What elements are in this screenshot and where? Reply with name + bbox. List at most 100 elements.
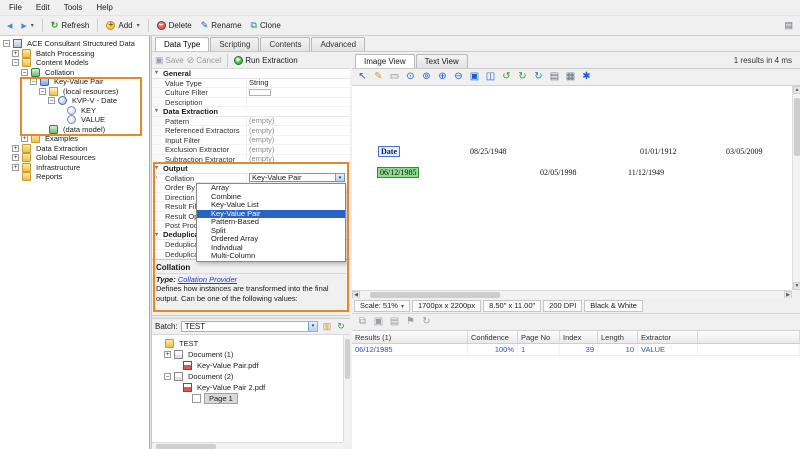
property-row[interactable]: Culture Filter — [152, 88, 350, 98]
property-value[interactable]: Key-Value Pair▾ — [247, 173, 350, 182]
content-tree-item[interactable]: −KVP-V - Date — [0, 96, 149, 106]
results-column-header[interactable]: Index — [560, 331, 598, 343]
batch-vertical-scrollbar[interactable] — [343, 335, 350, 442]
refresh-view-button[interactable]: ↻ — [531, 70, 546, 84]
result-value[interactable]: 06/12/1985 — [352, 344, 468, 355]
property-row[interactable]: Exclusion Extractor(empty) — [152, 145, 350, 155]
tab-image-view[interactable]: Image View — [355, 54, 415, 68]
property-row[interactable]: Referenced Extractors(empty) — [152, 126, 350, 136]
expand-icon[interactable]: + — [21, 135, 28, 142]
batch-tree-item[interactable]: +Document (1) — [152, 349, 343, 360]
content-tree-item[interactable]: −ACE Consultant Structured Data — [0, 39, 149, 49]
property-value[interactable] — [247, 89, 350, 96]
rotate-left-button[interactable]: ↺ — [499, 70, 514, 84]
batch-tree-item[interactable]: TEST — [152, 338, 343, 349]
magnifier-button[interactable]: ⊙ — [403, 70, 418, 84]
add-button[interactable]: Add — [102, 19, 143, 32]
content-tree-item[interactable]: +Batch Processing — [0, 49, 149, 59]
collapse-icon[interactable]: − — [30, 78, 37, 85]
batch-tree-item[interactable]: −Document (2) — [152, 371, 343, 382]
tab-contents[interactable]: Contents — [260, 37, 310, 51]
content-tree-item[interactable]: +Global Resources — [0, 153, 149, 163]
property-section[interactable]: ▾General — [152, 69, 350, 79]
content-tree-item[interactable]: −(local resources) — [0, 87, 149, 97]
batch-tree-item[interactable]: Page 1 — [152, 393, 343, 404]
batch-tree-item[interactable]: Key-Value Pair.pdf — [152, 360, 343, 371]
layout-toggle-button[interactable] — [780, 19, 797, 32]
content-tree-item[interactable]: +Data Extraction — [0, 144, 149, 154]
property-row[interactable]: Value TypeString — [152, 79, 350, 89]
scroll-down-button[interactable] — [793, 282, 800, 290]
scale-selector[interactable]: Scale: 51% — [354, 300, 410, 312]
select-pointer-button[interactable]: ↖ — [355, 70, 370, 84]
batch-selector[interactable]: TEST ▾ — [181, 321, 318, 332]
combo-dropdown-icon[interactable]: ▾ — [335, 174, 344, 181]
tab-scripting[interactable]: Scripting — [210, 37, 259, 51]
document-field-label[interactable]: Date — [378, 146, 400, 157]
collapse-icon[interactable]: − — [164, 373, 171, 380]
zoom-out-button[interactable]: ⊖ — [451, 70, 466, 84]
tab-advanced[interactable]: Advanced — [311, 37, 365, 51]
menu-help[interactable]: Help — [89, 1, 119, 14]
flag-results-button[interactable]: ⚑ — [403, 315, 418, 329]
rubber-band-button[interactable]: ▭ — [387, 70, 402, 84]
menu-file[interactable]: File — [2, 1, 29, 14]
expand-icon[interactable]: + — [12, 154, 19, 161]
scrollbar-thumb[interactable] — [370, 292, 500, 298]
scrollbar-thumb[interactable] — [156, 444, 216, 449]
property-row[interactable]: Input Filter(empty) — [152, 136, 350, 146]
content-tree-item[interactable]: +Infrastructure — [0, 163, 149, 173]
property-section[interactable]: ▾Data Extraction — [152, 107, 350, 117]
document-image-view[interactable]: Date08/25/194801/01/191203/05/200906/12/… — [352, 86, 792, 290]
rename-button[interactable]: Rename — [197, 19, 246, 32]
back-button[interactable] — [3, 19, 16, 33]
collapse-icon[interactable]: − — [48, 97, 55, 104]
expand-icon[interactable]: + — [12, 164, 19, 171]
thumbnails-button[interactable]: ▤ — [547, 70, 562, 84]
menu-tools[interactable]: Tools — [57, 1, 90, 14]
save-button[interactable]: Save — [155, 56, 184, 65]
run-extraction-button[interactable]: Run Extraction — [234, 56, 297, 65]
tab-data-type[interactable]: Data Type — [155, 37, 209, 51]
property-value[interactable]: (empty) — [247, 126, 350, 135]
content-tree-item[interactable]: (data model) — [0, 125, 149, 135]
property-row[interactable]: Description — [152, 98, 350, 108]
highlighted-extraction-result[interactable]: 06/12/1985 — [377, 167, 419, 178]
image-grid-button[interactable]: ▦ — [563, 70, 578, 84]
content-tree-item[interactable]: KEY — [0, 106, 149, 116]
scrollbar-thumb[interactable] — [345, 339, 350, 379]
content-tree-item[interactable]: Reports — [0, 172, 149, 182]
fit-page-button[interactable]: ▣ — [467, 70, 482, 84]
property-section[interactable]: ▾Output — [152, 164, 350, 174]
copy-results-button[interactable]: ⧉ — [355, 315, 370, 329]
culture-filter-box[interactable] — [249, 89, 271, 96]
rotate-right-button[interactable]: ↻ — [515, 70, 530, 84]
content-tree-item[interactable]: +Examples — [0, 134, 149, 144]
property-value[interactable]: (empty) — [247, 145, 350, 154]
help-type-link[interactable]: Collation Provider — [178, 275, 237, 284]
property-row[interactable]: Subtraction Extractor(empty) — [152, 155, 350, 165]
batch-dropdown-icon[interactable]: ▾ — [308, 322, 317, 331]
property-value[interactable]: (empty) — [247, 116, 350, 125]
property-value[interactable]: String — [247, 78, 350, 87]
results-column-header[interactable]: Page No — [518, 331, 560, 343]
settings-wrench-button[interactable]: ✱ — [579, 70, 594, 84]
refresh-batch-icon[interactable]: ↻ — [335, 321, 347, 332]
content-tree-item[interactable]: −Content Models — [0, 58, 149, 68]
collapse-icon[interactable]: − — [3, 40, 10, 47]
scrollbar-thumb[interactable] — [794, 98, 800, 156]
menu-edit[interactable]: Edit — [29, 1, 57, 14]
delete-button[interactable]: Delete — [153, 19, 196, 32]
viewer-vertical-scrollbar[interactable] — [792, 86, 800, 290]
expand-icon[interactable]: + — [12, 145, 19, 152]
highlighter-button[interactable]: ✎ — [371, 70, 386, 84]
save-results-button[interactable]: ▣ — [371, 315, 386, 329]
content-tree-item[interactable]: −Collation — [0, 68, 149, 78]
collapse-icon[interactable]: − — [12, 59, 19, 66]
expand-icon[interactable]: + — [12, 50, 19, 57]
property-value[interactable]: (empty) — [247, 154, 350, 163]
viewer-horizontal-scrollbar[interactable] — [352, 290, 792, 298]
expand-icon[interactable]: + — [164, 351, 171, 358]
results-table-row[interactable]: 06/12/1985100%13910VALUE — [352, 344, 800, 356]
property-row[interactable]: Pattern(empty) — [152, 117, 350, 127]
